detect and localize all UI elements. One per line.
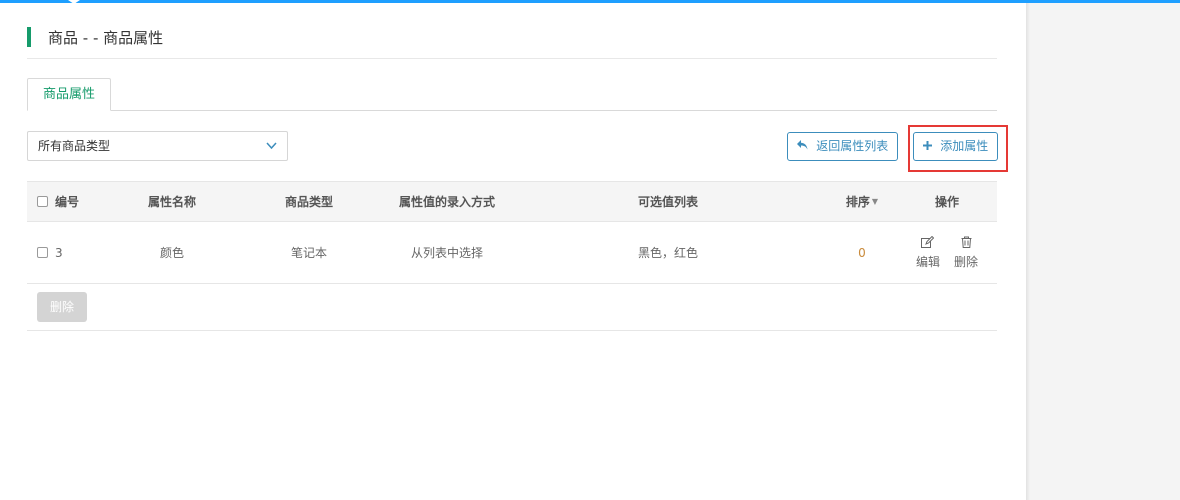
return-to-list-label: 返回属性列表 xyxy=(816,139,889,153)
page-title: 商品 - - 商品属性 xyxy=(27,26,163,48)
header-type: 商品类型 xyxy=(284,195,333,209)
row-id-value: 3 xyxy=(55,245,63,260)
delete-button[interactable]: 删除 xyxy=(954,236,978,270)
row-type: 笔记本 xyxy=(290,246,327,260)
select-all-checkbox[interactable] xyxy=(37,196,48,207)
header-id-label: 编号 xyxy=(55,195,80,209)
product-type-select-value: 所有商品类型 xyxy=(38,139,111,153)
page-title-text: 商品 - - 商品属性 xyxy=(48,28,164,47)
header-ops: 操作 xyxy=(934,195,959,209)
header-values: 可选值列表 xyxy=(638,195,699,209)
trash-icon xyxy=(961,236,972,251)
header-sort-label: 排序 xyxy=(845,195,870,209)
attribute-table: 编号 属性名称 商品类型 属性值的录入方式 可选值列表 排序 ▼ 操作 3 颜色… xyxy=(27,181,997,284)
sort-caret-icon: ▼ xyxy=(871,197,879,206)
header-name: 属性名称 xyxy=(147,195,196,209)
header-id: 编号 xyxy=(37,182,97,221)
title-divider xyxy=(27,58,997,59)
row-name: 颜色 xyxy=(159,246,184,260)
row-checkbox[interactable] xyxy=(37,247,48,258)
row-id: 3 xyxy=(37,222,97,283)
edit-button[interactable]: 编辑 xyxy=(915,235,940,270)
highlight-box xyxy=(908,125,1008,172)
row-values: 黑色，红色 xyxy=(638,246,699,260)
bulk-actions-row: 删除 xyxy=(27,284,997,331)
bulk-delete-button[interactable]: 删除 xyxy=(37,292,87,322)
table-row: 3 颜色 笔记本 从列表中选择 黑色，红色 0 编辑 删除 xyxy=(27,222,997,284)
product-type-select[interactable]: 所有商品类型 xyxy=(27,131,288,161)
header-sort[interactable]: 排序 ▼ xyxy=(837,182,887,221)
delete-label: 删除 xyxy=(954,254,979,269)
row-input-mode: 从列表中选择 xyxy=(410,246,483,260)
row-ops: 编辑 删除 xyxy=(907,222,987,283)
title-accent-bar xyxy=(27,27,31,47)
reply-icon xyxy=(797,139,812,153)
table-header: 编号 属性名称 商品类型 属性值的录入方式 可选值列表 排序 ▼ 操作 xyxy=(27,181,997,222)
tab-bar: 商品属性 xyxy=(27,78,997,111)
row-sort: 0 xyxy=(837,222,887,283)
header-input-mode: 属性值的录入方式 xyxy=(398,195,495,209)
panel-shadow xyxy=(1026,3,1030,500)
tab-product-attributes[interactable]: 商品属性 xyxy=(27,78,112,111)
return-to-list-button[interactable]: 返回属性列表 xyxy=(787,132,899,161)
row-sort-value: 0 xyxy=(858,245,866,260)
edit-icon xyxy=(921,235,935,251)
edit-label: 编辑 xyxy=(915,254,940,269)
chevron-down-icon xyxy=(266,132,277,170)
